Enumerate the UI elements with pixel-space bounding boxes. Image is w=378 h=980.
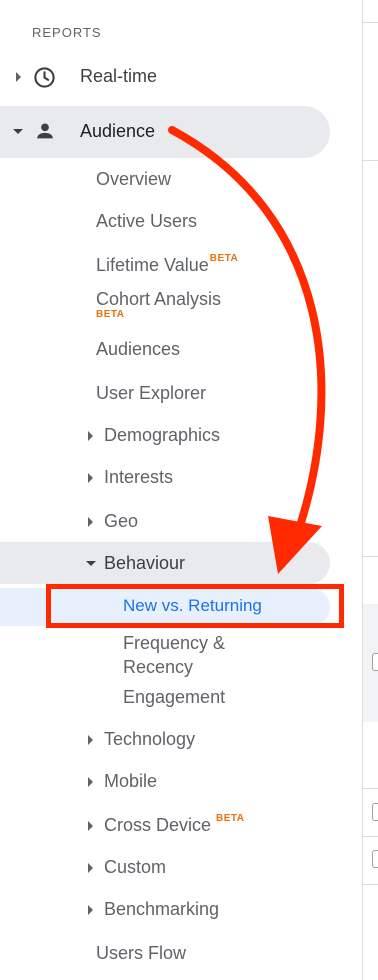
nav-label-interests: Interests (104, 467, 174, 487)
reports-section-header: REPORTS (32, 25, 102, 40)
panel-line (363, 884, 378, 885)
nav-label-mobile: Mobile (104, 771, 158, 791)
expand-arrow-icon[interactable] (88, 777, 93, 787)
expand-arrow-icon[interactable] (88, 431, 93, 441)
panel-line (363, 836, 378, 837)
nav-label-cross-device-text: Cross Device (104, 815, 212, 835)
clock-icon (33, 66, 56, 94)
nav-item-realtime[interactable]: Real-time (0, 55, 330, 99)
nav-label-cross-device: Cross Device BETA (104, 813, 245, 836)
nav-item-overview[interactable]: Overview (96, 169, 171, 190)
nav-label-audience: Audience (80, 121, 156, 141)
nav-label-realtime: Real-time (80, 66, 158, 86)
expand-arrow-icon[interactable] (88, 821, 93, 831)
panel-line (363, 556, 378, 557)
expand-arrow-icon[interactable] (88, 473, 93, 483)
nav-label-frequency: Frequency & (123, 633, 226, 653)
person-icon (34, 120, 56, 147)
panel-checkbox[interactable] (372, 803, 378, 821)
nav-label-recency: Recency (123, 657, 194, 677)
nav-item-engagement[interactable]: Engagement (123, 687, 225, 708)
nav-label-demographics: Demographics (104, 425, 221, 445)
nav-item-users-flow[interactable]: Users Flow (96, 943, 186, 964)
nav-label-benchmarking: Benchmarking (104, 899, 220, 919)
nav-item-active-users[interactable]: Active Users (96, 211, 197, 232)
collapse-arrow-icon[interactable] (86, 561, 96, 566)
expand-arrow-icon[interactable] (88, 863, 93, 873)
nav-item-audiences[interactable]: Audiences (96, 339, 180, 360)
panel-checkbox[interactable] (372, 850, 378, 868)
expand-arrow-icon[interactable] (88, 517, 93, 527)
nav-item-audience[interactable]: Audience (0, 110, 330, 154)
nav-item-lifetime-value[interactable]: Lifetime ValueBETA (96, 253, 239, 276)
expand-arrow-icon[interactable] (16, 72, 21, 82)
expand-arrow-icon[interactable] (88, 735, 93, 745)
expand-arrow-icon[interactable] (88, 905, 93, 915)
nav-label-lifetime-value: Lifetime Value (96, 255, 209, 275)
nav-item-cohort-analysis[interactable]: Cohort Analysis (96, 289, 221, 310)
panel-line (363, 788, 378, 789)
nav-label-technology: Technology (104, 729, 196, 749)
panel-checkbox[interactable] (372, 653, 378, 671)
beta-badge: BETA (209, 253, 239, 264)
nav-label-custom: Custom (104, 857, 167, 877)
nav-label-geo: Geo (104, 511, 139, 531)
nav-label-behaviour: Behaviour (104, 553, 186, 573)
nav-item-frequency-recency[interactable]: Frequency & Recency (123, 631, 225, 679)
nav-item-user-explorer[interactable]: User Explorer (96, 383, 206, 404)
panel-line (363, 160, 378, 161)
annotation-arrow-shaft (168, 126, 326, 536)
panel-line (363, 22, 378, 23)
main-panel-edge (363, 0, 378, 980)
beta-badge: BETA (216, 813, 245, 824)
beta-badge: BETA (96, 309, 125, 320)
collapse-arrow-icon[interactable] (13, 129, 23, 134)
annotation-highlight-box (46, 584, 344, 628)
